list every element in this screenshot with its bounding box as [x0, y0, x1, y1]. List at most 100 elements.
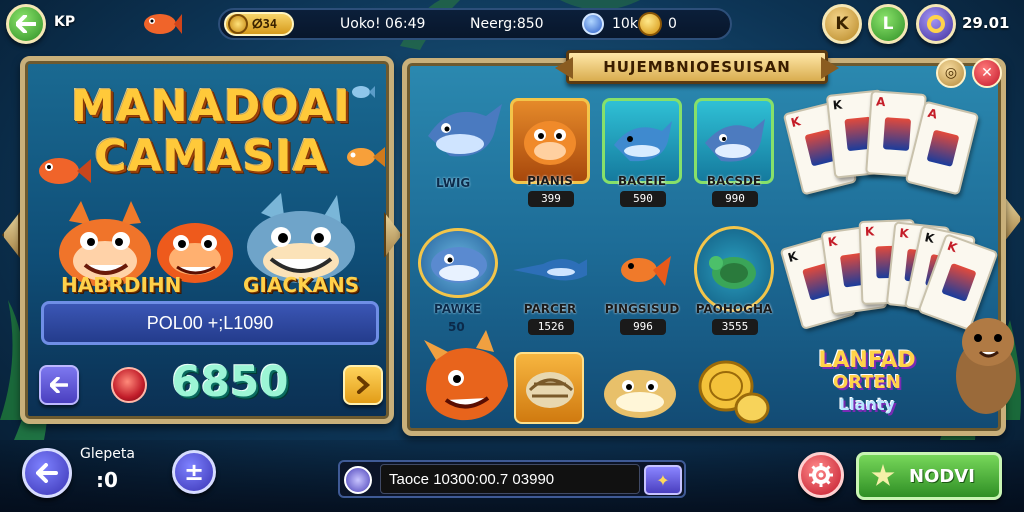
fish-name: BACEIE — [617, 174, 667, 188]
shark-icon — [431, 247, 487, 283]
fish-card — [602, 226, 682, 312]
bet-bar: Taoce 10300:00.7 03990 ✦ — [338, 460, 686, 498]
coin-info-icon: ◎ — [944, 65, 958, 81]
fish-card — [694, 226, 774, 312]
fish-item[interactable]: PAOHOGHA 3555 — [690, 220, 778, 344]
status-time: Uoko! 06:49 — [340, 16, 426, 32]
fish-item[interactable]: BACSDE 990 — [690, 92, 778, 216]
gold-count: 0 — [668, 16, 677, 32]
bet-input[interactable]: Taoce 10300:00.7 03990 — [380, 464, 640, 494]
fish-card — [694, 98, 774, 184]
goldfish-icon — [621, 256, 671, 286]
arrow-left-icon — [50, 377, 68, 393]
fish-item[interactable]: PIANIS 399 — [506, 92, 594, 216]
fish-name: PAOHOGHA — [695, 302, 773, 316]
bottom-back-button[interactable] — [22, 448, 72, 498]
l-button-label: L — [882, 14, 894, 34]
k-button-label: K — [835, 14, 849, 34]
coin-icon — [228, 14, 248, 34]
l-button[interactable]: L — [868, 4, 908, 44]
jackpot-pool-bar: POL00 +;L1090 — [41, 301, 379, 345]
k-button[interactable]: K — [822, 4, 862, 44]
catfish-icon — [604, 370, 676, 418]
card-rank: K — [945, 238, 960, 256]
arrow-left-icon — [16, 15, 36, 33]
next-game-button[interactable] — [343, 365, 383, 405]
star-icon — [871, 464, 895, 486]
next-page-arrow[interactable] — [1004, 196, 1022, 242]
side-fish-card[interactable] — [418, 228, 498, 298]
back-button[interactable] — [6, 4, 46, 44]
arrow-left-icon — [36, 463, 58, 483]
prev-page-arrow[interactable] — [2, 212, 20, 258]
jackpot-pool-text: POL00 +;L1090 — [146, 312, 274, 333]
fish-item[interactable]: BACEIE 590 — [598, 92, 686, 216]
card-rank: K — [923, 230, 936, 246]
fish-icon — [352, 86, 375, 98]
card-rank: K — [864, 224, 875, 239]
promo-logo-line3: Llanty — [839, 395, 895, 414]
pufferfish-icon — [524, 121, 576, 165]
coin-counter[interactable]: ⵁ34 — [224, 12, 294, 36]
fish-price: 990 — [712, 191, 758, 207]
card-rank: K — [832, 97, 843, 113]
side-fish-name-1: LWIG — [436, 176, 471, 190]
fish-name: PIANIS — [527, 174, 573, 188]
info-button[interactable]: ◎ — [936, 58, 966, 88]
fish-grid: PIANIS 399 BACEIE 590 BACSDE 990 PARCER … — [506, 92, 778, 348]
game-score: 6850 — [171, 357, 289, 406]
bet-chip-icon — [344, 466, 372, 494]
fish-item[interactable]: PINGSISUD 996 — [598, 220, 686, 344]
gear-icon — [809, 463, 833, 487]
fish-price: 3555 — [712, 319, 758, 335]
fish-price: 1526 — [528, 319, 574, 335]
rose-icon — [111, 367, 147, 403]
profile-button[interactable] — [916, 4, 956, 44]
prev-game-button[interactable] — [39, 365, 79, 405]
play-button-label: NODVI — [909, 465, 975, 487]
play-button[interactable]: NODVI — [856, 452, 1002, 500]
shop-banner-text: HUJEMBNIOESUISAN — [603, 58, 791, 76]
x-icon: ✕ — [981, 65, 993, 81]
plus-icon: ± — [183, 458, 205, 486]
bottom-label: Glepeta — [80, 446, 135, 462]
compass-icon: ✦ — [656, 470, 670, 490]
character-name-left: HABRDIHN — [61, 273, 182, 297]
status-energy: Neerg:850 — [470, 16, 544, 32]
fish-icon — [347, 147, 385, 167]
card-rank: K — [898, 225, 910, 241]
fish-name: PINGSISUD — [604, 302, 680, 316]
close-button[interactable]: ✕ — [972, 58, 1002, 88]
gold-coin-icon — [638, 12, 662, 36]
shell-icon — [526, 372, 574, 408]
fish-card — [510, 98, 590, 184]
add-button[interactable]: ± — [172, 450, 216, 494]
bet-confirm-button[interactable]: ✦ — [644, 465, 682, 495]
dolphin-icon — [428, 104, 502, 157]
shell-item[interactable] — [514, 352, 584, 424]
fish-item[interactable]: PARCER 1526 — [506, 220, 594, 344]
card-rank: K — [789, 114, 802, 131]
ring-icon — [927, 15, 945, 33]
otter-mascot — [956, 318, 1016, 414]
fish-card — [510, 226, 590, 312]
turtle-icon — [709, 256, 756, 289]
fish-icon — [144, 14, 182, 34]
settings-button[interactable] — [798, 452, 844, 498]
fish-price: 996 — [620, 319, 666, 335]
status-pill: ⵁ34 Uoko! 06:49 Neerg:850 10k 0 — [218, 8, 732, 40]
promo-logo[interactable]: LANFAD ORTEN Llanty — [802, 350, 932, 416]
bottom-count: :0 — [96, 468, 118, 492]
fish-price: 590 — [620, 191, 666, 207]
shark-icon — [614, 121, 672, 162]
promo-logo-line1: LANFAD — [818, 348, 916, 373]
arrow-right-icon — [357, 376, 371, 394]
fish-name: BACSDE — [706, 174, 762, 188]
shop-banner: HUJEMBNIOESUISAN — [566, 50, 828, 84]
card-rank: A — [926, 105, 939, 122]
featured-game-panel[interactable]: MANADOAI CAMASIA HABRDIHN GIACKANS POL00… — [20, 56, 394, 424]
card-rank: A — [875, 94, 886, 110]
fish-price: 399 — [528, 191, 574, 207]
fish-card — [602, 98, 682, 184]
player-label: KP — [54, 14, 76, 30]
